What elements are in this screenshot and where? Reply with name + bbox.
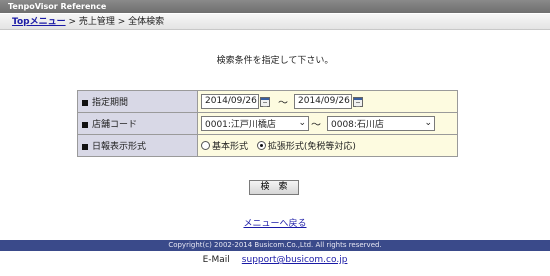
radio-extended-label: 拡張形式(免税等対応) [267, 142, 356, 152]
store-label: 店舗コード [92, 120, 138, 130]
store-to-select[interactable]: 0008:石川店 ⌄ [327, 116, 435, 131]
contact-line: E-Mail support@busicom.co.jp [0, 255, 550, 265]
breadcrumb-separator: > [65, 17, 79, 27]
format-row: 日報表示形式 基本形式 拡張形式(免税等対応) [77, 134, 458, 157]
calendar-icon[interactable] [353, 96, 363, 107]
radio-basic-format[interactable]: 基本形式 [201, 139, 248, 152]
breadcrumb-current: 全体検索 [128, 17, 165, 27]
range-separator: ～ [278, 98, 288, 109]
breadcrumb-top-link[interactable]: Topメニュー [12, 17, 66, 27]
date-from-input[interactable]: 2014/09/26 [201, 94, 259, 109]
radio-checked-icon [256, 141, 266, 150]
radio-unchecked-icon [201, 141, 210, 150]
store-row: 店舗コード 0001:江戸川橋店 ⌄ ～ 0008:石川店 ⌄ [77, 112, 458, 135]
email-label: E-Mail [202, 255, 230, 265]
store-value-cell: 0001:江戸川橋店 ⌄ ～ 0008:石川店 ⌄ [197, 112, 458, 135]
footer-copyright: Copyright(c) 2002-2014 Busicom.Co.,Ltd. … [0, 240, 550, 251]
back-to-menu-link[interactable]: メニューへ戻る [243, 219, 306, 229]
bullet-square-icon [82, 143, 88, 150]
instruction-text: 検索条件を指定して下さい。 [216, 56, 334, 66]
menu-link-wrap: メニューへ戻る [0, 216, 550, 229]
search-form-table: 指定期間 2014/09/26 ～ 2014/09/26 店舗コード 0001:江戸… [77, 90, 458, 157]
breadcrumb-separator: > [114, 17, 129, 27]
store-label-cell: 店舗コード [77, 112, 198, 135]
bullet-square-icon [82, 99, 88, 106]
period-row: 指定期間 2014/09/26 ～ 2014/09/26 [77, 90, 458, 113]
format-label-cell: 日報表示形式 [77, 134, 198, 157]
format-value-cell: 基本形式 拡張形式(免税等対応) [197, 134, 458, 157]
period-value-cell: 2014/09/26 ～ 2014/09/26 [197, 90, 458, 113]
email-link[interactable]: support@busicom.co.jp [242, 255, 348, 265]
chevron-down-icon: ⌄ [424, 118, 432, 128]
bullet-square-icon [82, 121, 88, 128]
store-to-value: 0008:石川店 [331, 120, 384, 130]
calendar-icon[interactable] [260, 96, 270, 107]
radio-extended-format[interactable]: 拡張形式(免税等対応) [256, 139, 356, 152]
date-to-input[interactable]: 2014/09/26 [294, 94, 352, 109]
search-button[interactable]: 検 索 [249, 180, 299, 195]
period-label: 指定期間 [92, 98, 129, 108]
breadcrumb: Topメニュー > 売上管理 > 全体検索 [0, 14, 550, 30]
store-from-select[interactable]: 0001:江戸川橋店 ⌄ [201, 116, 309, 131]
period-label-cell: 指定期間 [77, 90, 198, 113]
store-from-value: 0001:江戸川橋店 [205, 120, 276, 130]
chevron-down-icon: ⌄ [298, 118, 306, 128]
range-separator: ～ [311, 120, 321, 131]
format-label: 日報表示形式 [92, 142, 147, 152]
breadcrumb-section: 売上管理 [78, 17, 115, 27]
radio-basic-label: 基本形式 [212, 142, 249, 152]
window-title: TenpoVisor Reference [0, 0, 550, 13]
